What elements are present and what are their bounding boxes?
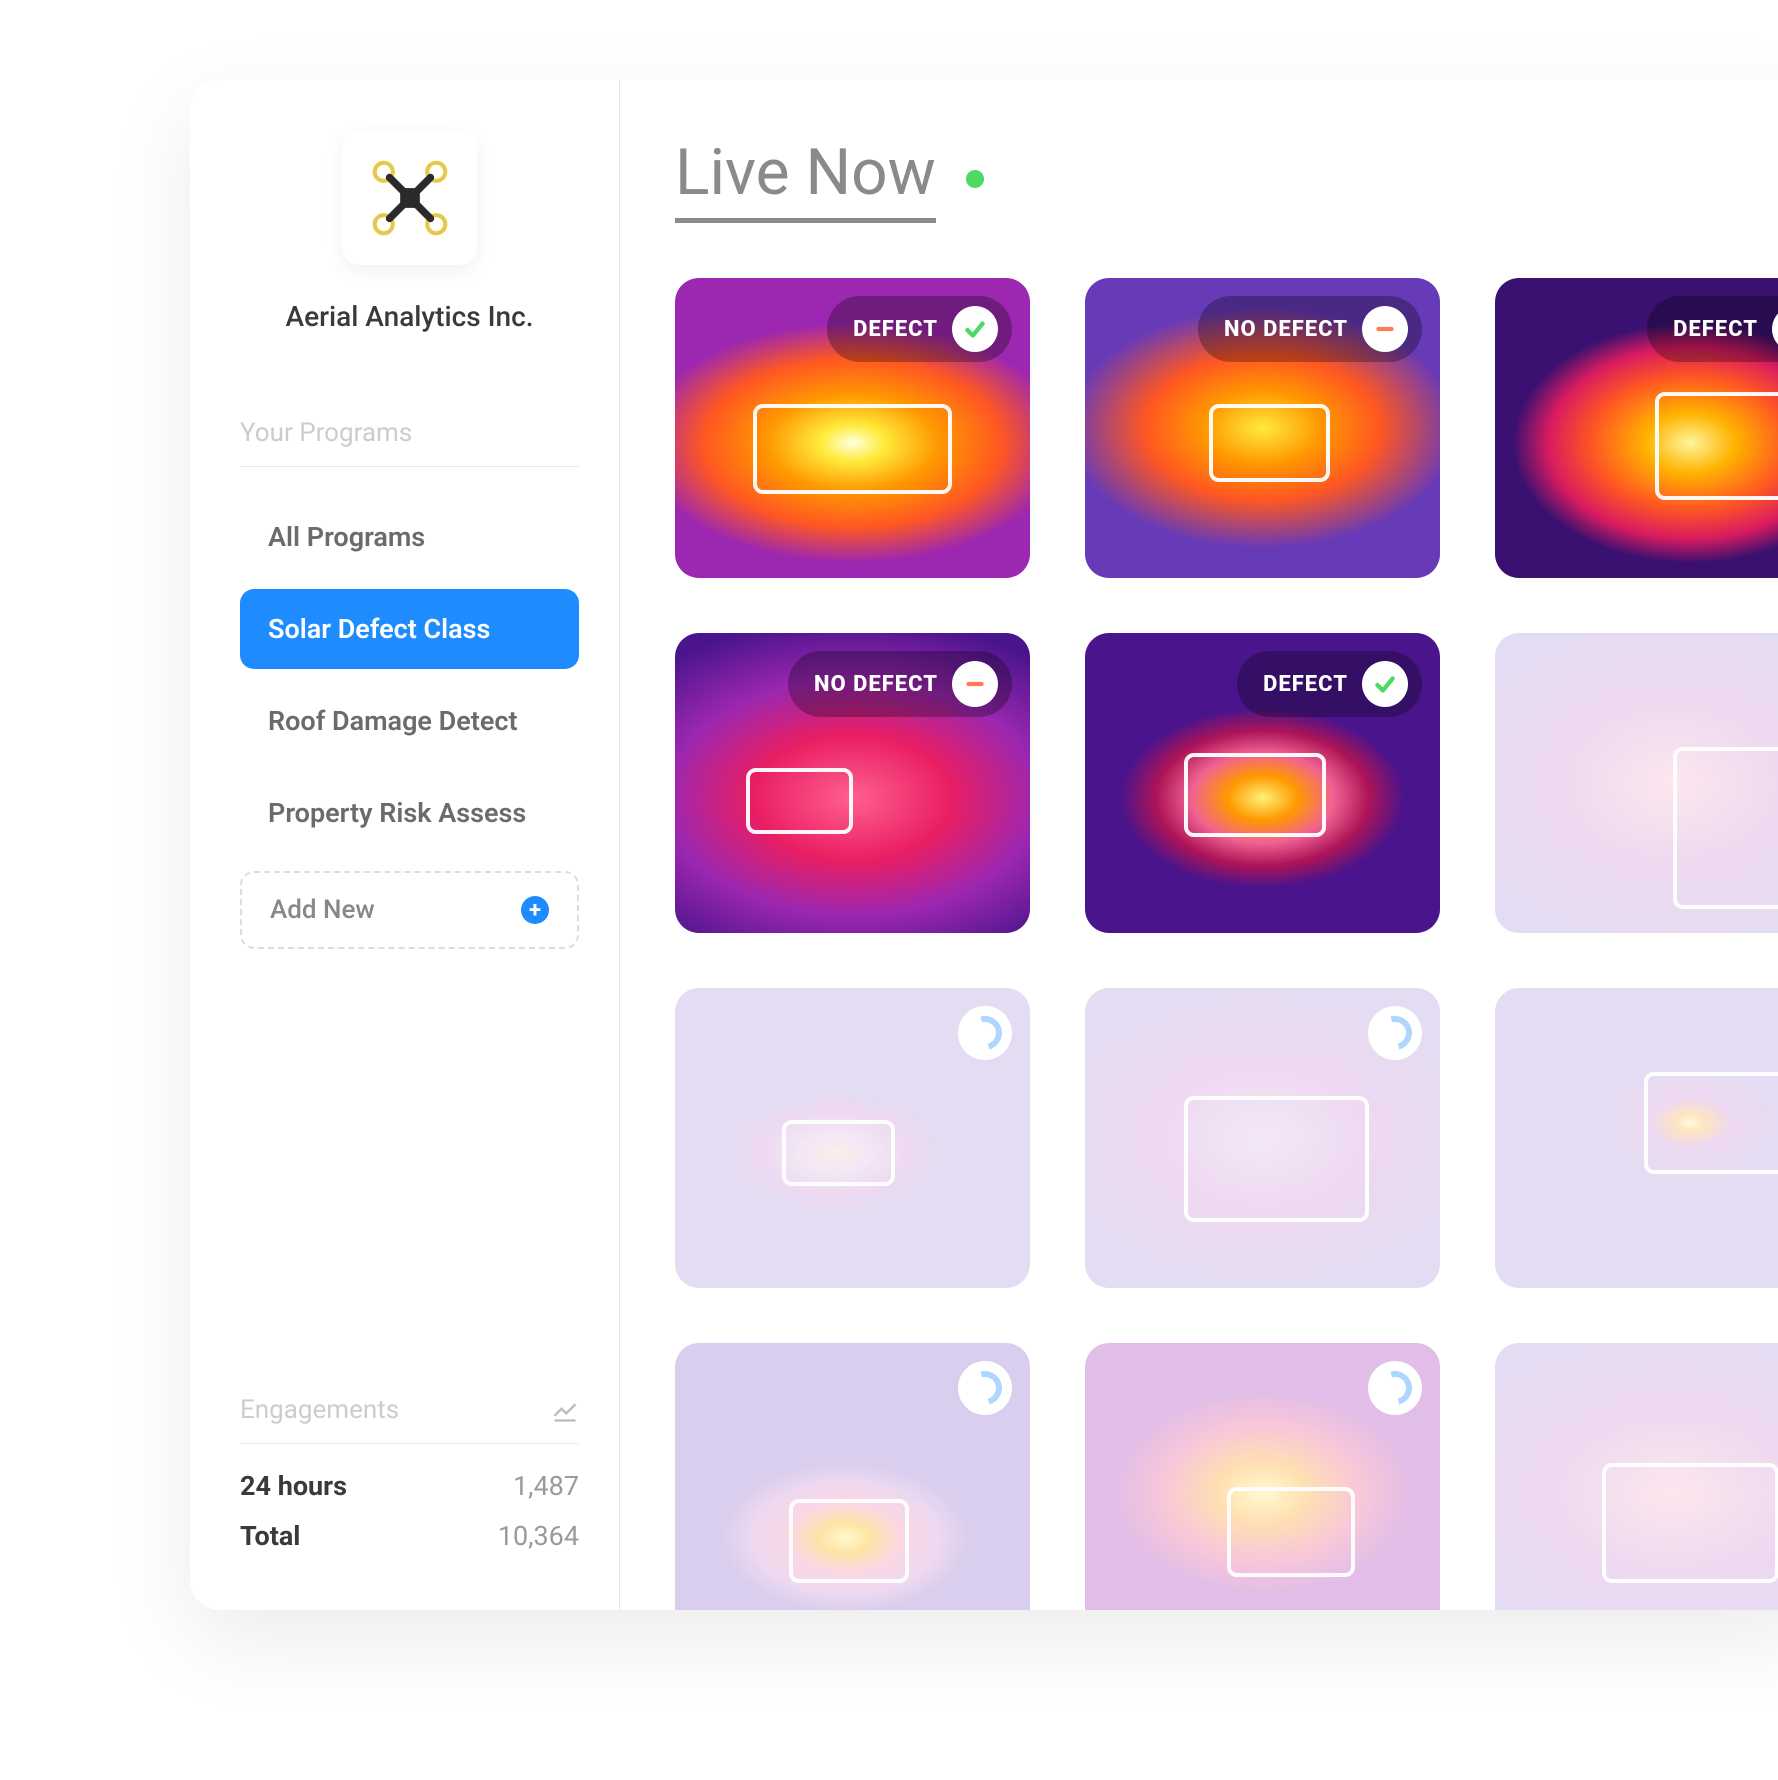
status-badge: DEFECT xyxy=(827,296,1012,362)
program-list: All Programs Solar Defect Class Roof Damag… xyxy=(240,497,579,865)
thermal-card[interactable] xyxy=(1085,1343,1440,1610)
thermal-card[interactable] xyxy=(675,1343,1030,1610)
add-new-button[interactable]: Add New + xyxy=(240,871,579,949)
thermal-card[interactable] xyxy=(1495,1343,1778,1610)
check-icon xyxy=(1362,661,1408,707)
stat-row-total: Total 10,364 xyxy=(240,1520,579,1552)
status-badge-label: NO DEFECT xyxy=(814,672,938,697)
detection-bbox xyxy=(1673,747,1778,909)
add-new-label: Add New xyxy=(270,895,375,925)
thermal-card[interactable]: NO DEFECT xyxy=(1085,278,1440,578)
heading-row: Live Now xyxy=(675,135,1778,223)
stat-24h-value: 1,487 xyxy=(513,1470,579,1502)
sidebar-item-all-programs[interactable]: All Programs xyxy=(240,497,579,577)
status-badge-label: NO DEFECT xyxy=(1224,317,1348,342)
sidebar-item-roof-damage-detect[interactable]: Roof Damage Detect xyxy=(240,681,579,761)
stat-total-label: Total xyxy=(240,1520,300,1552)
thermal-card[interactable] xyxy=(1495,633,1778,933)
sidebar: Aerial Analytics Inc. Your Programs All … xyxy=(190,80,620,1610)
detection-bbox xyxy=(753,404,952,494)
detection-bbox xyxy=(1602,1463,1778,1583)
check-icon xyxy=(1772,306,1778,352)
badge-wrap: DEFECT xyxy=(1237,651,1422,717)
sidebar-item-solar-defect-class[interactable]: Solar Defect Class xyxy=(240,589,579,669)
loading-icon xyxy=(958,1006,1012,1060)
loading-icon xyxy=(1368,1006,1422,1060)
detection-bbox xyxy=(1184,753,1326,837)
status-badge-label: DEFECT xyxy=(853,317,938,342)
stat-row-24h: 24 hours 1,487 xyxy=(240,1470,579,1502)
status-badge: DEFECT xyxy=(1237,651,1422,717)
loading-icon xyxy=(1368,1361,1422,1415)
live-indicator-icon xyxy=(966,170,984,188)
card-grid: DEFECT NO DEFECT DEFECT NO DEFECT DEFECT xyxy=(675,278,1778,1610)
status-badge-label: DEFECT xyxy=(1673,317,1758,342)
company-logo xyxy=(342,130,477,265)
app-window: Aerial Analytics Inc. Your Programs All … xyxy=(190,80,1778,1610)
stat-24h-label: 24 hours xyxy=(240,1470,347,1502)
detection-bbox xyxy=(1184,1096,1369,1222)
detection-bbox xyxy=(1644,1072,1778,1174)
thermal-card[interactable] xyxy=(675,988,1030,1288)
page-title: Live Now xyxy=(675,135,936,223)
detection-bbox xyxy=(782,1120,896,1186)
thermal-card[interactable]: DEFECT xyxy=(675,278,1030,578)
minus-icon xyxy=(952,661,998,707)
thermal-card[interactable]: DEFECT xyxy=(1085,633,1440,933)
status-badge: NO DEFECT xyxy=(788,651,1012,717)
stat-total-value: 10,364 xyxy=(498,1520,579,1552)
thermal-card[interactable]: NO DEFECT xyxy=(675,633,1030,933)
thermal-card[interactable] xyxy=(1085,988,1440,1288)
programs-section-label: Your Programs xyxy=(240,418,579,467)
status-badge: DEFECT xyxy=(1647,296,1778,362)
drone-icon xyxy=(369,157,451,239)
status-badge-label: DEFECT xyxy=(1263,672,1348,697)
thermal-card[interactable] xyxy=(1495,988,1778,1288)
detection-bbox xyxy=(1227,1487,1355,1577)
minus-icon xyxy=(1362,306,1408,352)
check-icon xyxy=(952,306,998,352)
badge-wrap: DEFECT xyxy=(827,296,1012,362)
engagements-section-label: Engagements xyxy=(240,1395,579,1444)
badge-wrap: NO DEFECT xyxy=(788,651,1012,717)
detection-bbox xyxy=(789,1499,910,1583)
engagements-label-text: Engagements xyxy=(240,1395,399,1425)
badge-wrap: NO DEFECT xyxy=(1198,296,1422,362)
chart-icon[interactable] xyxy=(551,1396,579,1424)
detection-bbox xyxy=(1655,392,1778,500)
thermal-card[interactable]: DEFECT xyxy=(1495,278,1778,578)
detection-bbox xyxy=(746,768,853,834)
badge-wrap: DEFECT xyxy=(1647,296,1778,362)
detection-bbox xyxy=(1209,404,1330,482)
loading-icon xyxy=(958,1361,1012,1415)
sidebar-item-property-risk-assess[interactable]: Property Risk Assess xyxy=(240,773,579,853)
plus-icon: + xyxy=(521,896,549,924)
company-name: Aerial Analytics Inc. xyxy=(240,300,579,333)
status-badge: NO DEFECT xyxy=(1198,296,1422,362)
main-content: Live Now DEFECTNO DEFECTDEFECTNO DEFECTD… xyxy=(620,80,1778,1610)
